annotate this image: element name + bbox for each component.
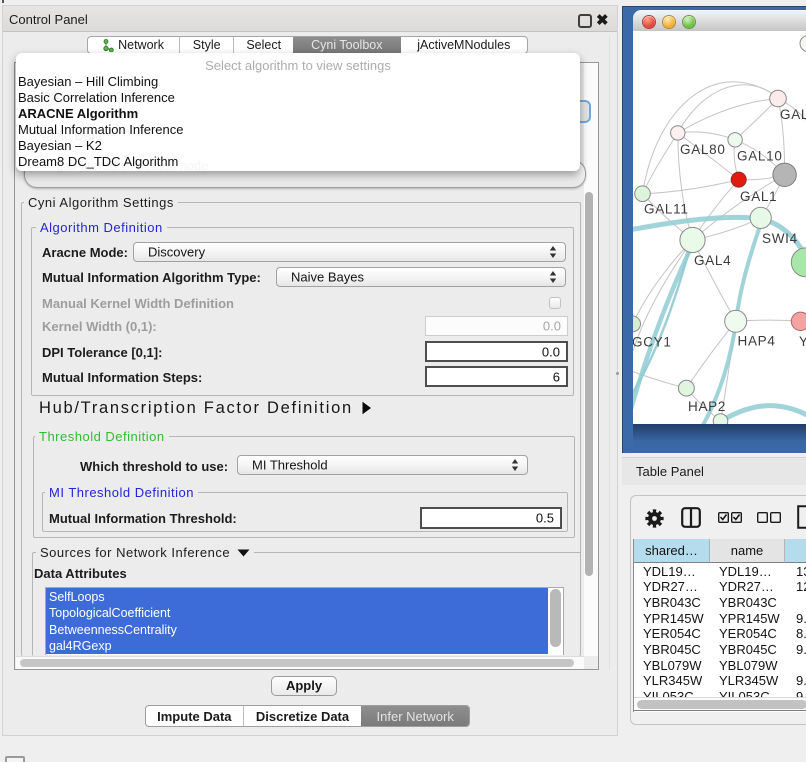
svg-text:SWI4: SWI4 — [762, 231, 798, 246]
svg-text:HAP4: HAP4 — [738, 334, 776, 349]
svg-text:GAL1: GAL1 — [740, 189, 777, 204]
svg-text:Y: Y — [799, 334, 806, 349]
svg-text:GAL4: GAL4 — [694, 253, 731, 268]
svg-text:GAL10: GAL10 — [737, 149, 783, 164]
svg-text:GAL80: GAL80 — [680, 142, 726, 157]
svg-text:GAL11: GAL11 — [644, 202, 689, 217]
svg-text:GCY1: GCY1 — [633, 335, 672, 350]
svg-text:HAP2: HAP2 — [688, 399, 726, 414]
svg-text:GAL2: GAL2 — [780, 107, 806, 122]
